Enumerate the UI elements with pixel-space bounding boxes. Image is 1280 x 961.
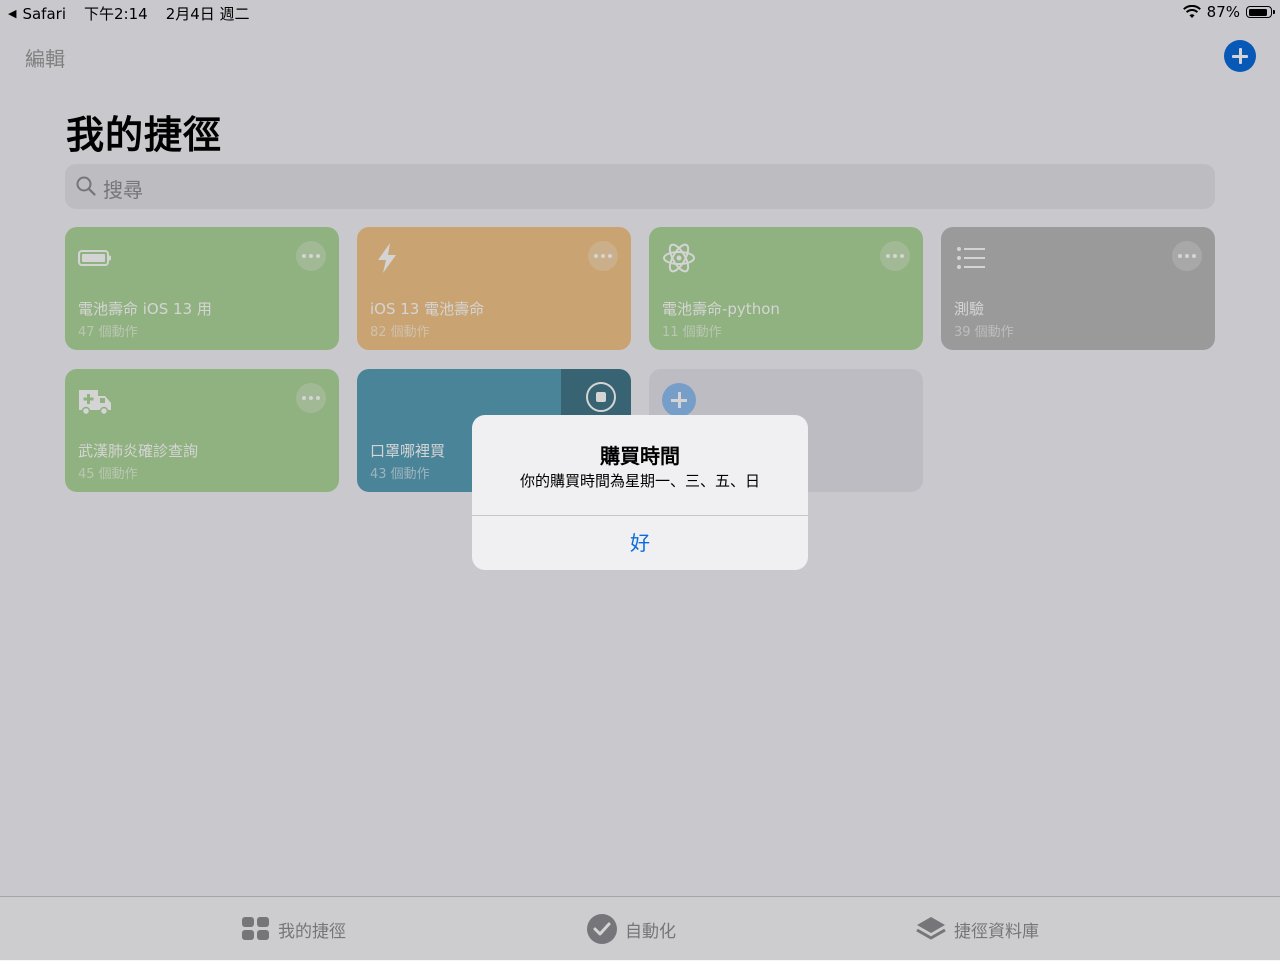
alert-dialog: 購買時間 你的購買時間為星期一、三、五、日 好 bbox=[472, 415, 808, 570]
alert-title: 購買時間 bbox=[600, 444, 680, 468]
alert-ok-button[interactable]: 好 bbox=[472, 516, 808, 570]
alert-message: 你的購買時間為星期一、三、五、日 bbox=[519, 472, 760, 490]
